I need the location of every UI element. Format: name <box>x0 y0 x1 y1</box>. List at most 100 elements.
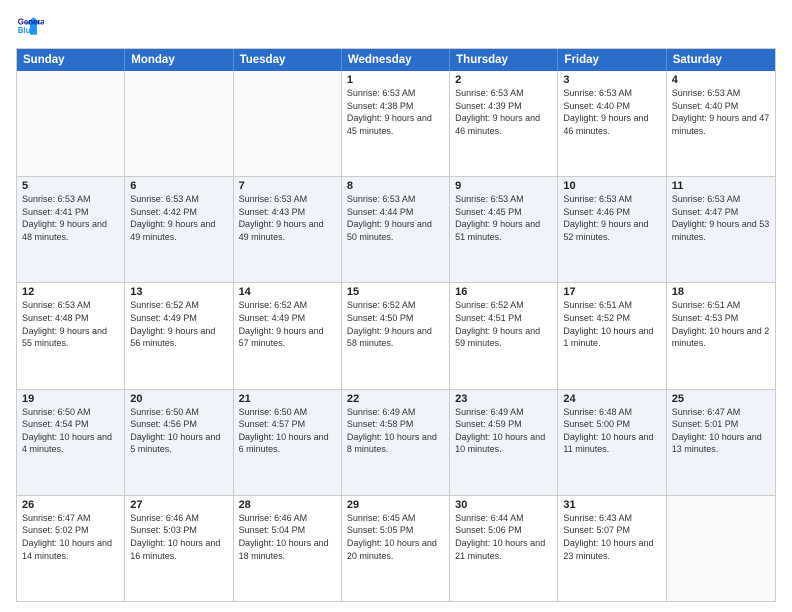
day-info: Sunrise: 6:53 AM Sunset: 4:38 PM Dayligh… <box>347 87 444 137</box>
weekday-header-wednesday: Wednesday <box>342 49 450 71</box>
day-info: Sunrise: 6:53 AM Sunset: 4:40 PM Dayligh… <box>563 87 660 137</box>
day-number: 22 <box>347 393 444 405</box>
calendar-row-1: 5Sunrise: 6:53 AM Sunset: 4:41 PM Daylig… <box>17 176 775 282</box>
weekday-header-tuesday: Tuesday <box>234 49 342 71</box>
calendar: SundayMondayTuesdayWednesdayThursdayFrid… <box>16 48 776 602</box>
day-info: Sunrise: 6:53 AM Sunset: 4:43 PM Dayligh… <box>239 193 336 243</box>
day-cell-14: 14Sunrise: 6:52 AM Sunset: 4:49 PM Dayli… <box>234 283 342 388</box>
day-info: Sunrise: 6:53 AM Sunset: 4:48 PM Dayligh… <box>22 299 119 349</box>
day-number: 21 <box>239 393 336 405</box>
day-number: 1 <box>347 74 444 86</box>
day-number: 10 <box>563 180 660 192</box>
day-number: 12 <box>22 286 119 298</box>
day-cell-30: 30Sunrise: 6:44 AM Sunset: 5:06 PM Dayli… <box>450 496 558 601</box>
empty-cell-0-2 <box>234 71 342 176</box>
day-cell-7: 7Sunrise: 6:53 AM Sunset: 4:43 PM Daylig… <box>234 177 342 282</box>
svg-text:General: General <box>18 17 44 26</box>
day-cell-4: 4Sunrise: 6:53 AM Sunset: 4:40 PM Daylig… <box>667 71 775 176</box>
day-number: 15 <box>347 286 444 298</box>
calendar-row-0: 1Sunrise: 6:53 AM Sunset: 4:38 PM Daylig… <box>17 71 775 176</box>
day-info: Sunrise: 6:53 AM Sunset: 4:44 PM Dayligh… <box>347 193 444 243</box>
day-number: 24 <box>563 393 660 405</box>
day-number: 18 <box>672 286 770 298</box>
day-cell-13: 13Sunrise: 6:52 AM Sunset: 4:49 PM Dayli… <box>125 283 233 388</box>
day-info: Sunrise: 6:50 AM Sunset: 4:54 PM Dayligh… <box>22 406 119 456</box>
day-cell-10: 10Sunrise: 6:53 AM Sunset: 4:46 PM Dayli… <box>558 177 666 282</box>
day-cell-20: 20Sunrise: 6:50 AM Sunset: 4:56 PM Dayli… <box>125 390 233 495</box>
day-number: 30 <box>455 499 552 511</box>
day-number: 7 <box>239 180 336 192</box>
weekday-header-thursday: Thursday <box>450 49 558 71</box>
day-cell-9: 9Sunrise: 6:53 AM Sunset: 4:45 PM Daylig… <box>450 177 558 282</box>
day-number: 2 <box>455 74 552 86</box>
day-info: Sunrise: 6:50 AM Sunset: 4:57 PM Dayligh… <box>239 406 336 456</box>
day-info: Sunrise: 6:47 AM Sunset: 5:01 PM Dayligh… <box>672 406 770 456</box>
day-info: Sunrise: 6:46 AM Sunset: 5:04 PM Dayligh… <box>239 512 336 562</box>
day-number: 29 <box>347 499 444 511</box>
day-info: Sunrise: 6:43 AM Sunset: 5:07 PM Dayligh… <box>563 512 660 562</box>
day-cell-16: 16Sunrise: 6:52 AM Sunset: 4:51 PM Dayli… <box>450 283 558 388</box>
day-number: 5 <box>22 180 119 192</box>
day-info: Sunrise: 6:49 AM Sunset: 4:59 PM Dayligh… <box>455 406 552 456</box>
weekday-header-saturday: Saturday <box>667 49 775 71</box>
day-cell-15: 15Sunrise: 6:52 AM Sunset: 4:50 PM Dayli… <box>342 283 450 388</box>
day-number: 9 <box>455 180 552 192</box>
day-info: Sunrise: 6:47 AM Sunset: 5:02 PM Dayligh… <box>22 512 119 562</box>
day-number: 28 <box>239 499 336 511</box>
day-number: 4 <box>672 74 770 86</box>
day-number: 6 <box>130 180 227 192</box>
page: General Blue SundayMondayTuesdayWednesda… <box>0 0 792 612</box>
svg-text:Blue: Blue <box>18 26 36 35</box>
day-cell-21: 21Sunrise: 6:50 AM Sunset: 4:57 PM Dayli… <box>234 390 342 495</box>
day-cell-17: 17Sunrise: 6:51 AM Sunset: 4:52 PM Dayli… <box>558 283 666 388</box>
day-number: 13 <box>130 286 227 298</box>
empty-cell-0-0 <box>17 71 125 176</box>
day-info: Sunrise: 6:49 AM Sunset: 4:58 PM Dayligh… <box>347 406 444 456</box>
day-number: 27 <box>130 499 227 511</box>
logo-icon: General Blue <box>16 12 44 40</box>
day-number: 25 <box>672 393 770 405</box>
day-info: Sunrise: 6:53 AM Sunset: 4:46 PM Dayligh… <box>563 193 660 243</box>
calendar-row-3: 19Sunrise: 6:50 AM Sunset: 4:54 PM Dayli… <box>17 389 775 495</box>
day-cell-27: 27Sunrise: 6:46 AM Sunset: 5:03 PM Dayli… <box>125 496 233 601</box>
day-cell-25: 25Sunrise: 6:47 AM Sunset: 5:01 PM Dayli… <box>667 390 775 495</box>
day-cell-1: 1Sunrise: 6:53 AM Sunset: 4:38 PM Daylig… <box>342 71 450 176</box>
day-info: Sunrise: 6:53 AM Sunset: 4:39 PM Dayligh… <box>455 87 552 137</box>
day-cell-2: 2Sunrise: 6:53 AM Sunset: 4:39 PM Daylig… <box>450 71 558 176</box>
day-cell-18: 18Sunrise: 6:51 AM Sunset: 4:53 PM Dayli… <box>667 283 775 388</box>
calendar-body: 1Sunrise: 6:53 AM Sunset: 4:38 PM Daylig… <box>17 71 775 601</box>
day-number: 17 <box>563 286 660 298</box>
day-info: Sunrise: 6:44 AM Sunset: 5:06 PM Dayligh… <box>455 512 552 562</box>
day-cell-11: 11Sunrise: 6:53 AM Sunset: 4:47 PM Dayli… <box>667 177 775 282</box>
day-cell-6: 6Sunrise: 6:53 AM Sunset: 4:42 PM Daylig… <box>125 177 233 282</box>
day-cell-24: 24Sunrise: 6:48 AM Sunset: 5:00 PM Dayli… <box>558 390 666 495</box>
day-cell-19: 19Sunrise: 6:50 AM Sunset: 4:54 PM Dayli… <box>17 390 125 495</box>
day-number: 11 <box>672 180 770 192</box>
day-info: Sunrise: 6:45 AM Sunset: 5:05 PM Dayligh… <box>347 512 444 562</box>
day-info: Sunrise: 6:52 AM Sunset: 4:49 PM Dayligh… <box>239 299 336 349</box>
day-cell-28: 28Sunrise: 6:46 AM Sunset: 5:04 PM Dayli… <box>234 496 342 601</box>
day-info: Sunrise: 6:51 AM Sunset: 4:52 PM Dayligh… <box>563 299 660 349</box>
day-number: 31 <box>563 499 660 511</box>
logo: General Blue <box>16 12 48 40</box>
weekday-header-sunday: Sunday <box>17 49 125 71</box>
day-number: 26 <box>22 499 119 511</box>
day-cell-23: 23Sunrise: 6:49 AM Sunset: 4:59 PM Dayli… <box>450 390 558 495</box>
day-info: Sunrise: 6:50 AM Sunset: 4:56 PM Dayligh… <box>130 406 227 456</box>
day-info: Sunrise: 6:53 AM Sunset: 4:42 PM Dayligh… <box>130 193 227 243</box>
empty-cell-4-6 <box>667 496 775 601</box>
day-cell-22: 22Sunrise: 6:49 AM Sunset: 4:58 PM Dayli… <box>342 390 450 495</box>
day-cell-12: 12Sunrise: 6:53 AM Sunset: 4:48 PM Dayli… <box>17 283 125 388</box>
day-number: 8 <box>347 180 444 192</box>
day-cell-26: 26Sunrise: 6:47 AM Sunset: 5:02 PM Dayli… <box>17 496 125 601</box>
day-cell-31: 31Sunrise: 6:43 AM Sunset: 5:07 PM Dayli… <box>558 496 666 601</box>
day-info: Sunrise: 6:53 AM Sunset: 4:47 PM Dayligh… <box>672 193 770 243</box>
day-number: 19 <box>22 393 119 405</box>
day-cell-8: 8Sunrise: 6:53 AM Sunset: 4:44 PM Daylig… <box>342 177 450 282</box>
weekday-header-monday: Monday <box>125 49 233 71</box>
empty-cell-0-1 <box>125 71 233 176</box>
calendar-row-2: 12Sunrise: 6:53 AM Sunset: 4:48 PM Dayli… <box>17 282 775 388</box>
day-info: Sunrise: 6:46 AM Sunset: 5:03 PM Dayligh… <box>130 512 227 562</box>
day-info: Sunrise: 6:53 AM Sunset: 4:40 PM Dayligh… <box>672 87 770 137</box>
day-info: Sunrise: 6:51 AM Sunset: 4:53 PM Dayligh… <box>672 299 770 349</box>
